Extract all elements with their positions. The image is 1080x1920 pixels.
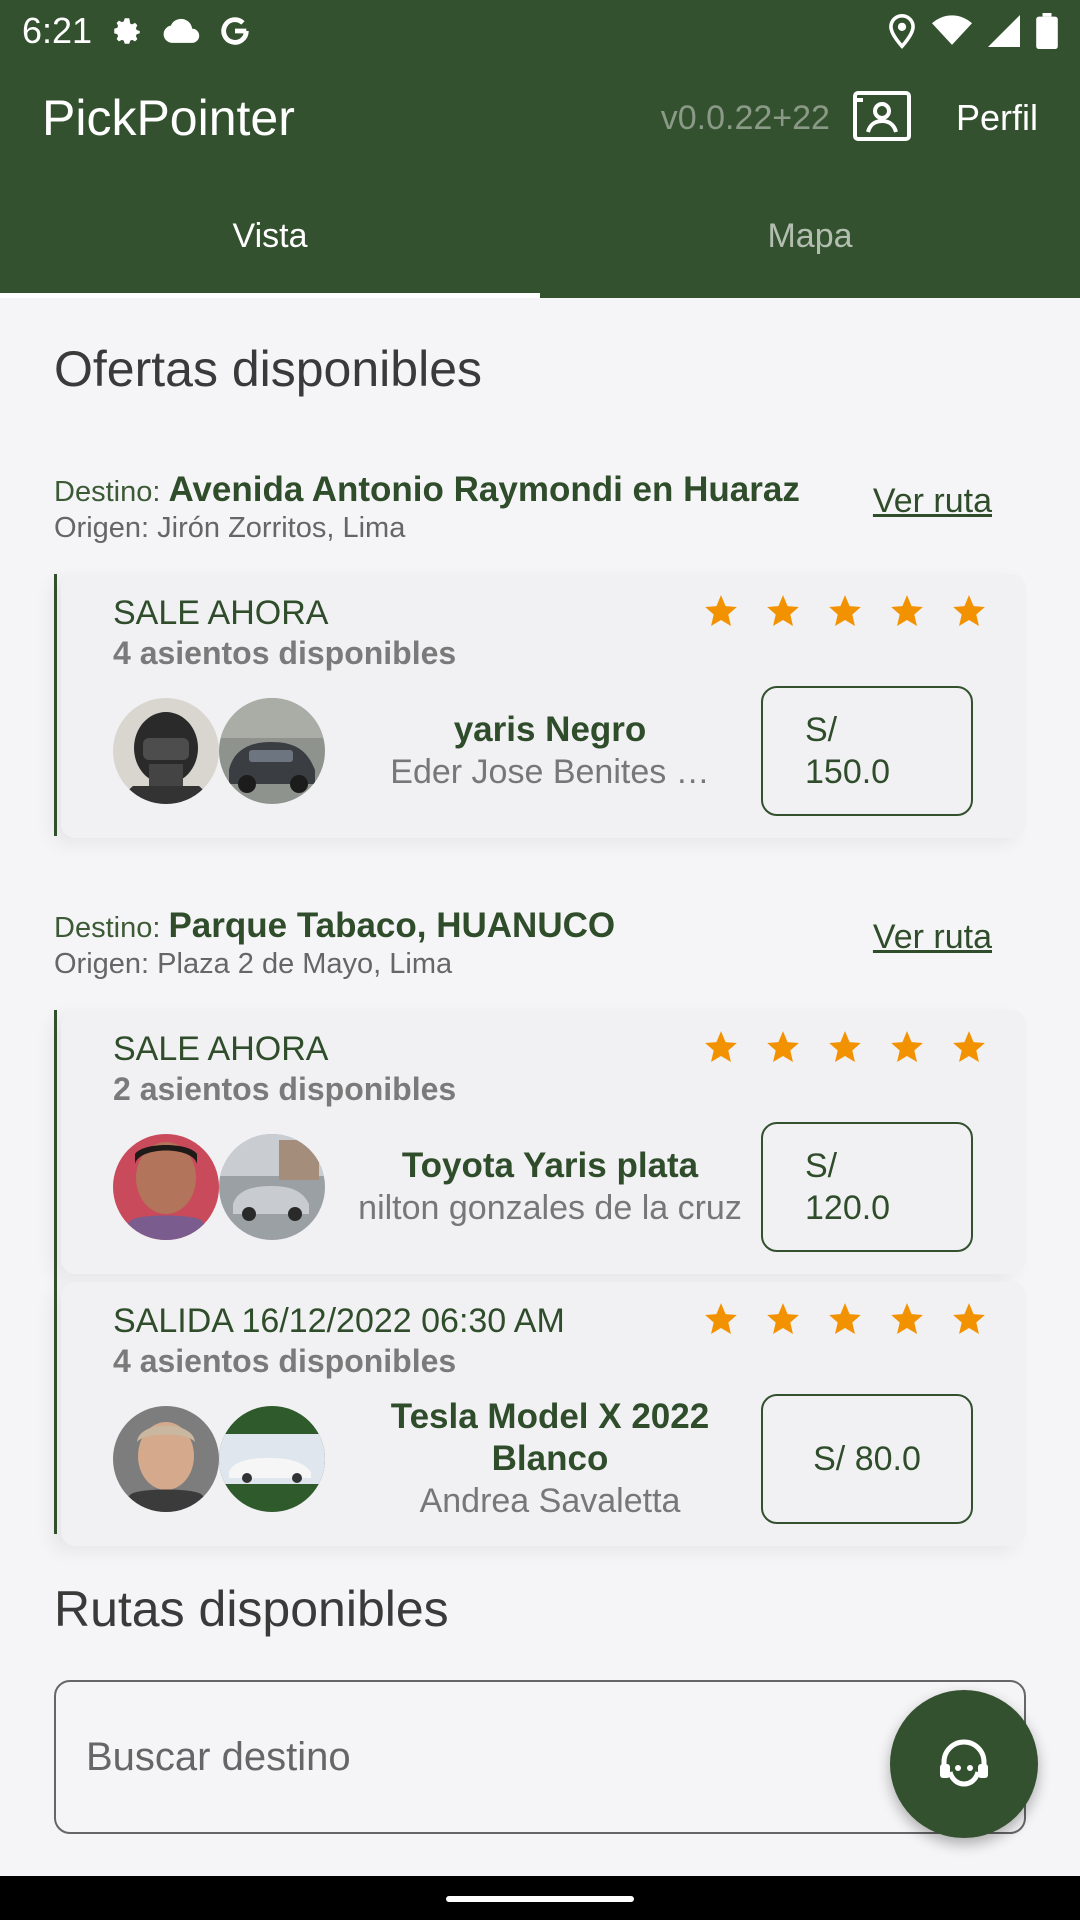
driver-avatar xyxy=(113,1134,219,1240)
status-time: 6:21 xyxy=(22,10,93,51)
gear-icon xyxy=(110,14,144,48)
car-info: yaris Negro Eder Jose Benites … xyxy=(325,709,755,793)
star-icon xyxy=(829,595,861,627)
battery-icon xyxy=(1036,13,1058,49)
star-icon xyxy=(767,595,799,627)
search-field[interactable] xyxy=(54,1680,1026,1834)
star-icon xyxy=(891,1031,923,1063)
route-header: Destino: Avenida Antonio Raymondi en Hua… xyxy=(54,470,1014,545)
cloud-icon xyxy=(162,16,200,46)
search-input[interactable] xyxy=(56,1682,1024,1832)
support-button[interactable] xyxy=(890,1690,1038,1838)
google-icon xyxy=(218,14,252,48)
destination-line: Destino: Parque Tabaco, HUANUCO xyxy=(54,906,1014,946)
ver-ruta-link[interactable]: Ver ruta xyxy=(873,918,992,957)
car-info: Toyota Yaris plata nilton gonzales de la… xyxy=(325,1145,755,1229)
ver-ruta-link[interactable]: Ver ruta xyxy=(873,482,992,521)
offer-seats: 4 asientos disponibles xyxy=(113,635,457,671)
car-name: Tesla Model X 2022 Blanco xyxy=(390,1397,710,1478)
destination-line: Destino: Avenida Antonio Raymondi en Hua… xyxy=(54,470,1014,510)
app-bar: PickPointer v0.0.22+22 Perfil xyxy=(0,62,1080,174)
app-title: PickPointer xyxy=(42,90,295,146)
origin-line: Origen: Jirón Zorritos, Lima xyxy=(54,512,406,544)
car-photo xyxy=(219,698,325,804)
star-icon xyxy=(891,595,923,627)
offer-card[interactable]: SALE AHORA 2 asientos disponibles Toyota… xyxy=(61,1010,1026,1274)
driver-name: Andrea Savaletta xyxy=(419,1482,681,1520)
driver-avatar xyxy=(113,698,219,804)
star-icon xyxy=(953,595,985,627)
car-photo xyxy=(219,1134,325,1240)
offer-details: Toyota Yaris plata nilton gonzales de la… xyxy=(113,1122,1026,1274)
star-icon xyxy=(705,1031,737,1063)
driver-name: Eder Jose Benites … xyxy=(390,753,710,791)
offer-seats: 4 asientos disponibles xyxy=(113,1343,457,1379)
price-button[interactable]: S/ 150.0 xyxy=(761,686,973,816)
tab-bar: Vista Mapa xyxy=(0,174,1080,298)
driver-avatar xyxy=(113,1406,219,1512)
version-label: v0.0.22+22 xyxy=(660,98,830,137)
tab-mapa[interactable]: Mapa xyxy=(540,174,1080,298)
rating-stars xyxy=(702,592,988,630)
offer-details: Tesla Model X 2022 Blanco Andrea Savalet… xyxy=(113,1394,1026,1546)
destination-label: Destino: xyxy=(54,912,161,944)
offer-card[interactable]: SALIDA 16/12/2022 06:30 AM 4 asientos di… xyxy=(61,1282,1026,1546)
driver-name: nilton gonzales de la cruz xyxy=(358,1189,742,1227)
star-icon xyxy=(891,1303,923,1335)
signal-icon xyxy=(988,15,1020,47)
wifi-icon xyxy=(932,15,972,47)
offer-card[interactable]: SALE AHORA 4 asientos disponibles yaris … xyxy=(61,574,1026,838)
star-icon xyxy=(953,1031,985,1063)
navigation-bar xyxy=(0,1876,1080,1920)
destination-value: Avenida Antonio Raymondi en Huaraz xyxy=(168,470,800,509)
star-icon xyxy=(767,1031,799,1063)
status-bar: 6:21 xyxy=(0,0,1080,62)
origin-line: Origen: Plaza 2 de Mayo, Lima xyxy=(54,948,453,980)
badge-icon[interactable] xyxy=(852,90,912,147)
star-icon xyxy=(829,1031,861,1063)
star-icon xyxy=(767,1303,799,1335)
offer-seats: 2 asientos disponibles xyxy=(113,1071,457,1107)
avatar-group xyxy=(113,1406,325,1512)
offers-section-title: Ofertas disponibles xyxy=(54,341,483,397)
support-agent-icon xyxy=(940,1739,988,1787)
avatar-group xyxy=(113,1134,325,1240)
star-icon xyxy=(953,1303,985,1335)
offer-group: SALE AHORA 4 asientos disponibles yaris … xyxy=(54,574,1026,838)
rating-stars xyxy=(702,1300,988,1338)
profile-button[interactable]: Perfil xyxy=(956,97,1038,139)
car-name: yaris Negro xyxy=(453,710,647,749)
avatar-group xyxy=(113,698,325,804)
routes-section-title: Rutas disponibles xyxy=(54,1581,449,1637)
home-handle[interactable] xyxy=(446,1896,634,1902)
destination-value: Parque Tabaco, HUANUCO xyxy=(168,906,616,945)
star-icon xyxy=(829,1303,861,1335)
price-button[interactable]: S/ 80.0 xyxy=(761,1394,973,1524)
location-icon xyxy=(888,13,916,49)
star-icon xyxy=(705,595,737,627)
price-button[interactable]: S/ 120.0 xyxy=(761,1122,973,1252)
destination-label: Destino: xyxy=(54,476,161,508)
rating-stars xyxy=(702,1028,988,1066)
star-icon xyxy=(705,1303,737,1335)
main-content: Ofertas disponibles Destino: Avenida Ant… xyxy=(0,298,1080,1876)
car-info: Tesla Model X 2022 Blanco Andrea Savalet… xyxy=(325,1396,755,1522)
route-header: Destino: Parque Tabaco, HUANUCO Origen: … xyxy=(54,906,1014,981)
tab-vista[interactable]: Vista xyxy=(0,174,540,298)
offer-group: SALE AHORA 2 asientos disponibles Toyota… xyxy=(54,1010,1026,1546)
car-photo xyxy=(219,1406,325,1512)
offer-details: yaris Negro Eder Jose Benites … S/ 150.0 xyxy=(113,686,1026,838)
car-name: Toyota Yaris plata xyxy=(401,1146,699,1185)
